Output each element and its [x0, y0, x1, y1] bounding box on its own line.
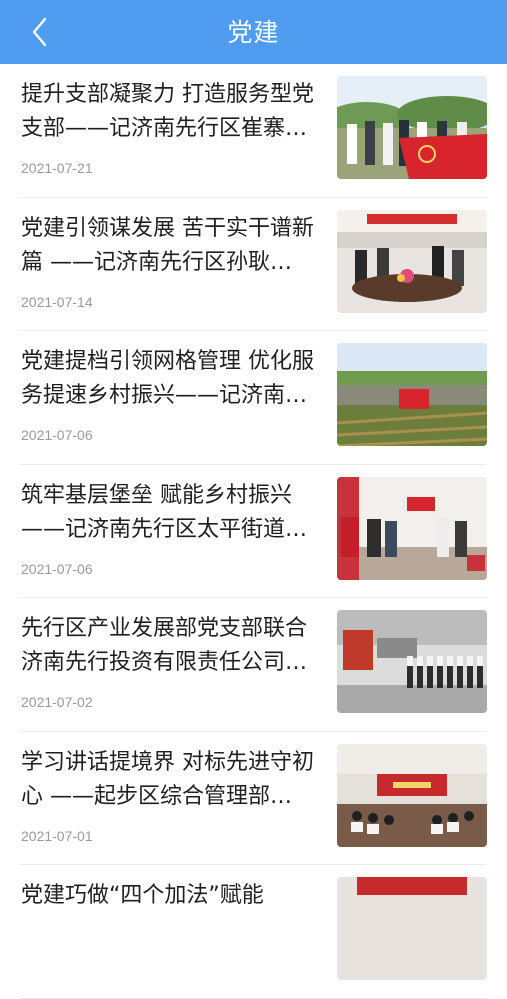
article-date: 2021-07-14: [21, 293, 93, 310]
article-thumbnail[interactable]: [337, 343, 487, 446]
article-date: 2021-07-06: [21, 427, 93, 443]
list-item[interactable]: 党建巧做“四个加法”赋能: [0, 865, 507, 999]
article-title: 学习讲话提境界 对标先进守初心 ——起步区综合管理部…: [21, 749, 314, 809]
top-bar: 党建: [0, 0, 507, 64]
article-title: 党建巧做“四个加法”赋能: [21, 883, 264, 908]
article-title: 党建引领谋发展 苦干实干谱新篇 ——记济南先行区孙耿…: [21, 215, 314, 275]
list-item[interactable]: 筑牢基层堡垒 赋能乡村振兴——记济南先行区太平街道孔… 2021-07-06: [0, 465, 507, 599]
list-item[interactable]: 党建提档引领网格管理 优化服务提速乡村振兴——记济南… 2021-07-06: [0, 331, 507, 465]
list-item[interactable]: 提升支部凝聚力 打造服务型党支部——记济南先行区崔寨… 2021-07-21: [0, 64, 507, 198]
article-thumbnail[interactable]: [337, 743, 487, 847]
article-title: 先行区产业发展部党支部联合济南先行投资有限责任公司…: [21, 616, 308, 675]
article-thumbnail[interactable]: [337, 476, 487, 580]
article-date: 2021-07-06: [21, 560, 93, 577]
article-thumbnail[interactable]: [337, 76, 487, 179]
article-thumbnail[interactable]: [337, 209, 487, 313]
article-title: 提升支部凝聚力 打造服务型党支部——记济南先行区崔寨…: [21, 82, 314, 141]
page-title: 党建: [227, 18, 280, 47]
article-list: 提升支部凝聚力 打造服务型党支部——记济南先行区崔寨… 2021-07-21 党…: [0, 64, 507, 999]
article-title: 筑牢基层堡垒 赋能乡村振兴——记济南先行区太平街道孔…: [21, 482, 292, 542]
article-date: 2021-07-02: [21, 694, 93, 710]
article-date: 2021-07-21: [21, 160, 93, 176]
list-item[interactable]: 学习讲话提境界 对标先进守初心 ——起步区综合管理部… 2021-07-01: [0, 732, 507, 866]
list-item[interactable]: 党建引领谋发展 苦干实干谱新篇 ——记济南先行区孙耿… 2021-07-14: [0, 198, 507, 332]
list-item[interactable]: 先行区产业发展部党支部联合济南先行投资有限责任公司… 2021-07-02: [0, 598, 507, 732]
article-date: 2021-07-01: [21, 827, 93, 844]
article-title: 党建提档引领网格管理 优化服务提速乡村振兴——记济南…: [21, 349, 314, 408]
article-thumbnail[interactable]: [337, 877, 487, 980]
article-thumbnail[interactable]: [337, 610, 487, 713]
